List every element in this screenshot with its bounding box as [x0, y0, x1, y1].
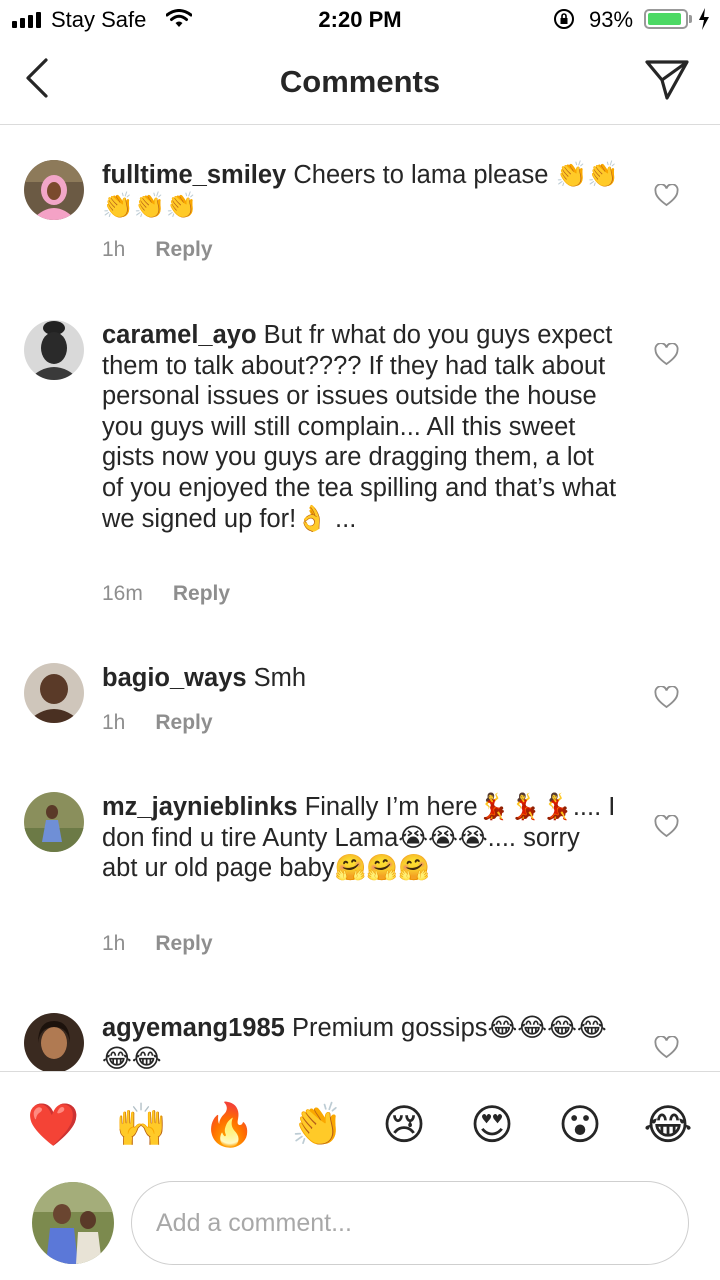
rotation-lock-icon	[553, 8, 575, 35]
comment-username[interactable]: bagio_ways	[102, 664, 247, 692]
comment-input[interactable]	[131, 1181, 689, 1265]
comment-text: Smh	[253, 664, 307, 692]
charging-icon	[698, 8, 710, 35]
reaction-surprised[interactable]: 😮	[555, 1100, 605, 1150]
avatar[interactable]	[24, 792, 84, 852]
comment-meta: 1h Reply	[102, 932, 213, 956]
like-heart-icon[interactable]	[654, 342, 679, 372]
avatar[interactable]	[24, 1013, 84, 1071]
reply-button[interactable]: Reply	[173, 582, 230, 605]
comment-username[interactable]: caramel_ayo	[102, 321, 257, 349]
reply-button[interactable]: Reply	[155, 932, 212, 955]
reply-button[interactable]: Reply	[155, 711, 212, 734]
like-heart-icon[interactable]	[654, 685, 679, 715]
like-heart-icon[interactable]	[654, 1035, 679, 1065]
battery-icon	[644, 9, 688, 29]
reaction-fire[interactable]: 🔥	[203, 1100, 255, 1150]
comment-username[interactable]: mz_jaynieblinks	[102, 793, 298, 821]
avatar[interactable]	[24, 663, 84, 723]
comment-composer	[0, 1172, 720, 1280]
comment-username[interactable]: agyemang1985	[102, 1014, 285, 1042]
avatar	[32, 1182, 114, 1264]
comment-meta: 16m Reply	[102, 582, 230, 606]
comment-meta: 1h Reply	[102, 238, 213, 262]
reply-button[interactable]: Reply	[155, 238, 212, 261]
quick-reactions-bar: ❤️ 🙌 🔥 👏 😢 😍 😮 😂	[0, 1071, 720, 1172]
reaction-heart[interactable]: ❤️	[27, 1100, 79, 1150]
comment-time: 1h	[102, 932, 126, 955]
page-title: Comments	[279, 64, 441, 99]
comment-time: 1h	[102, 711, 126, 734]
reaction-clap[interactable]: 👏	[291, 1100, 343, 1150]
comment-time: 16m	[102, 582, 143, 605]
reaction-heart-eyes[interactable]: 😍	[467, 1100, 517, 1150]
avatar[interactable]	[24, 320, 84, 380]
status-bar: Stay Safe 2:20 PM 93%	[0, 0, 720, 40]
comment-item: agyemang1985 Premium gossips😂😂😂😂😂😂	[0, 1013, 720, 1071]
comment-text: But fr what do you guys expect them to t…	[102, 321, 617, 533]
comment-time: 1h	[102, 238, 126, 261]
battery-cap	[689, 15, 692, 23]
paper-plane-icon[interactable]	[644, 58, 690, 107]
like-heart-icon[interactable]	[654, 183, 679, 213]
reaction-laughing[interactable]: 😂	[643, 1100, 693, 1150]
comment-username[interactable]: fulltime_smiley	[102, 161, 286, 189]
header: Comments	[0, 40, 720, 125]
battery-percent: 93%	[589, 7, 634, 32]
avatar[interactable]	[24, 160, 84, 220]
like-heart-icon[interactable]	[654, 814, 679, 844]
reaction-raised-hands[interactable]: 🙌	[115, 1100, 167, 1150]
reaction-crying[interactable]: 😢	[379, 1100, 429, 1150]
comment-meta: 1h Reply	[102, 711, 213, 735]
